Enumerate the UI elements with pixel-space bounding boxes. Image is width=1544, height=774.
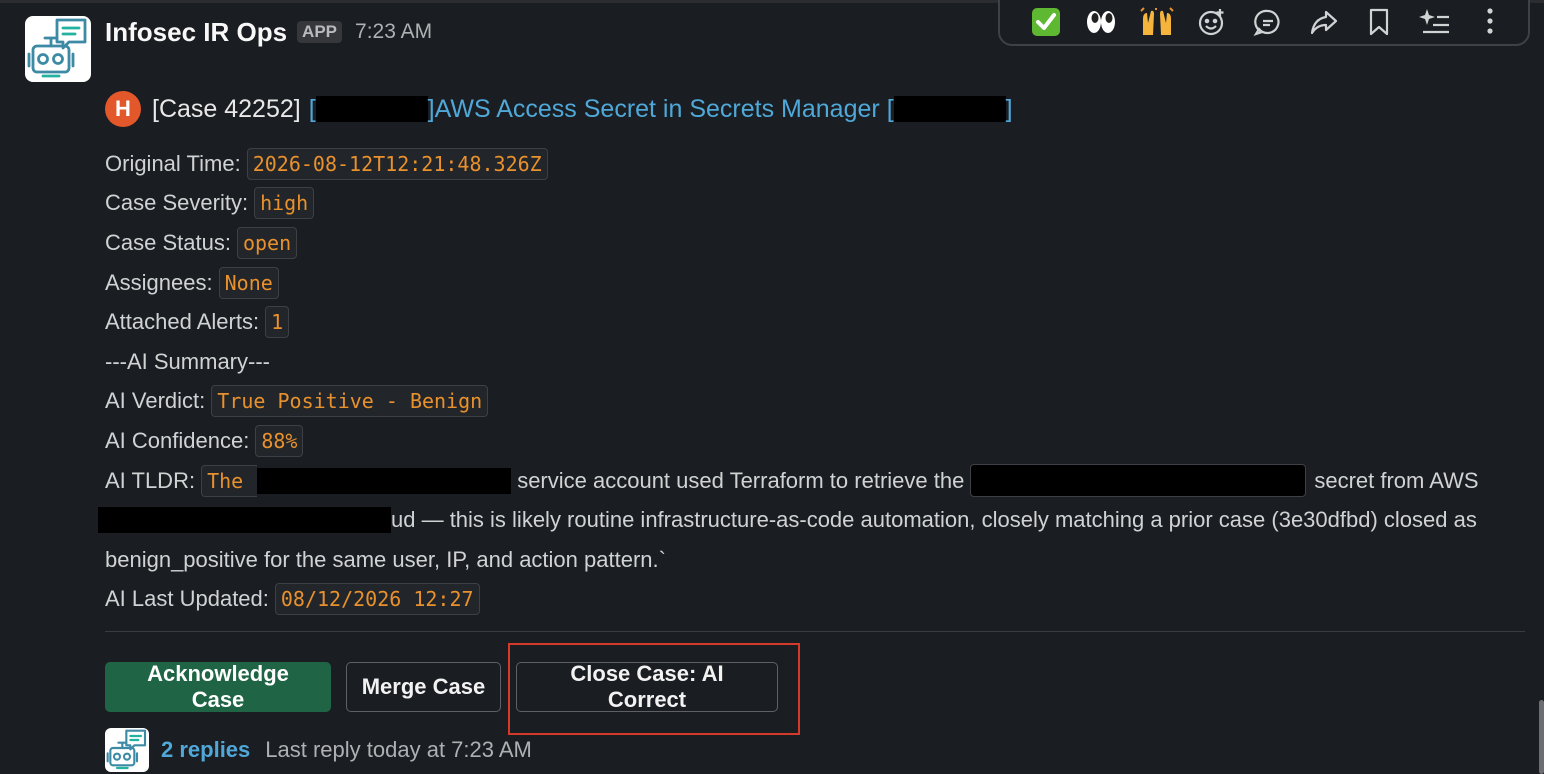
field-label: Assignees: (105, 269, 213, 295)
message-header: Infosec IR Ops APP 7:23 AM (105, 14, 432, 50)
tldr-line-3: benign_positive for the same user, IP, a… (105, 540, 1525, 580)
tldr-text-1: service account used Terraform to retrie… (517, 467, 965, 493)
tldr-text-4: benign_positive for the same user, IP, a… (105, 546, 666, 572)
highlight-annotation-box (508, 643, 800, 735)
field-label: Case Severity: (105, 190, 249, 216)
case-suffix-close-bracket: ] (1005, 94, 1013, 123)
share-message-icon[interactable] (1296, 2, 1352, 42)
severity-high-icon: H (105, 91, 141, 127)
field-case-severity: Case Severity: high (105, 184, 1525, 224)
white-check-mark-emoji-icon[interactable] (1018, 2, 1074, 42)
tldr-code-start: The (201, 464, 258, 497)
tldr-text-2: secret from AWS (1314, 467, 1479, 493)
thread-participant-avatar[interactable] (105, 728, 149, 772)
more-actions-icon[interactable] (1463, 2, 1519, 42)
add-reaction-icon[interactable] (1185, 2, 1241, 42)
case-title-link[interactable]: [ ] AWS Access Secret in Secrets Manager… (309, 95, 1013, 124)
field-value: 08/12/2026 12:27 (274, 583, 480, 616)
field-value: high (254, 187, 315, 220)
field-original-time: Original Time: 2026-08-12T12:21:48.326Z (105, 144, 1525, 184)
field-ai-verdict: AI Verdict: True Positive - Benign (105, 382, 1525, 422)
redacted-block (893, 96, 1006, 122)
case-link-close-bracket: ] (427, 94, 435, 123)
field-label: Attached Alerts: (105, 309, 260, 335)
case-number: [Case 42252] (152, 94, 301, 123)
field-assignees: Assignees: None (105, 263, 1525, 303)
case-fields: Original Time: 2026-08-12T12:21:48.326Z … (98, 144, 1525, 620)
field-attached-alerts: Attached Alerts: 1 (105, 302, 1525, 342)
merge-case-button[interactable]: Merge Case (346, 662, 501, 712)
field-label: AI Verdict: (105, 388, 206, 414)
field-value: 2026-08-12T12:21:48.326Z (246, 147, 548, 180)
field-label: AI TLDR: (105, 467, 196, 493)
scrollbar-thumb[interactable] (1539, 700, 1544, 774)
field-value: True Positive - Benign (211, 385, 489, 418)
ai-sparkle-icon[interactable] (1407, 2, 1463, 42)
redacted-block (257, 467, 512, 494)
field-value: open (236, 226, 298, 259)
ai-summary-header-text: ---AI Summary--- (105, 348, 270, 374)
redacted-block (98, 507, 391, 534)
reply-in-thread-icon[interactable] (1240, 2, 1296, 42)
field-label: Case Status: (105, 229, 231, 255)
message-actions-toolbar (998, 0, 1530, 46)
slack-message-view: Infosec IR Ops APP 7:23 AM H [Case 42252… (0, 0, 1544, 774)
last-reply-text: Last reply today at 7:23 AM (265, 737, 532, 762)
eyes-emoji-icon[interactable] (1074, 2, 1130, 42)
field-value: 88% (255, 424, 304, 457)
tldr-text-3: ud — this is likely routine infrastructu… (391, 507, 1477, 533)
actions-divider (105, 631, 1525, 632)
field-ai-confidence: AI Confidence: 88% (105, 421, 1525, 461)
bot-avatar[interactable] (25, 16, 91, 82)
acknowledge-case-button[interactable]: Acknowledge Case (105, 661, 331, 712)
case-link-open-bracket: [ (308, 94, 316, 123)
raised-hands-emoji-icon[interactable] (1129, 2, 1185, 42)
field-label: AI Confidence: (105, 427, 250, 453)
field-label: Original Time: (105, 150, 241, 176)
thread-replies: 2 replies Last reply today at 7:23 AM (161, 732, 532, 768)
app-badge: APP (297, 21, 343, 43)
replies-link[interactable]: 2 replies (161, 737, 250, 763)
field-value: None (218, 266, 279, 299)
sender-name[interactable]: Infosec IR Ops (105, 17, 287, 48)
ai-summary-header: ---AI Summary--- (105, 342, 1525, 382)
redacted-block (970, 464, 1307, 498)
field-ai-tldr: AI TLDR: The service account used Terraf… (105, 461, 1525, 501)
case-title-text: AWS Access Secret in Secrets Manager (434, 94, 880, 123)
redacted-block (315, 96, 428, 122)
case-title: H [Case 42252] [ ] AWS Access Secret in … (105, 90, 1013, 128)
message-timestamp[interactable]: 7:23 AM (355, 20, 432, 44)
tldr-line-2: ud — this is likely routine infrastructu… (98, 500, 1525, 540)
field-value: 1 (265, 306, 290, 339)
field-label: AI Last Updated: (105, 586, 269, 612)
case-suffix-open-bracket: [ (886, 94, 894, 123)
field-case-status: Case Status: open (105, 223, 1525, 263)
field-ai-last-updated: AI Last Updated: 08/12/2026 12:27 (105, 580, 1525, 620)
bookmark-icon[interactable] (1351, 2, 1407, 42)
